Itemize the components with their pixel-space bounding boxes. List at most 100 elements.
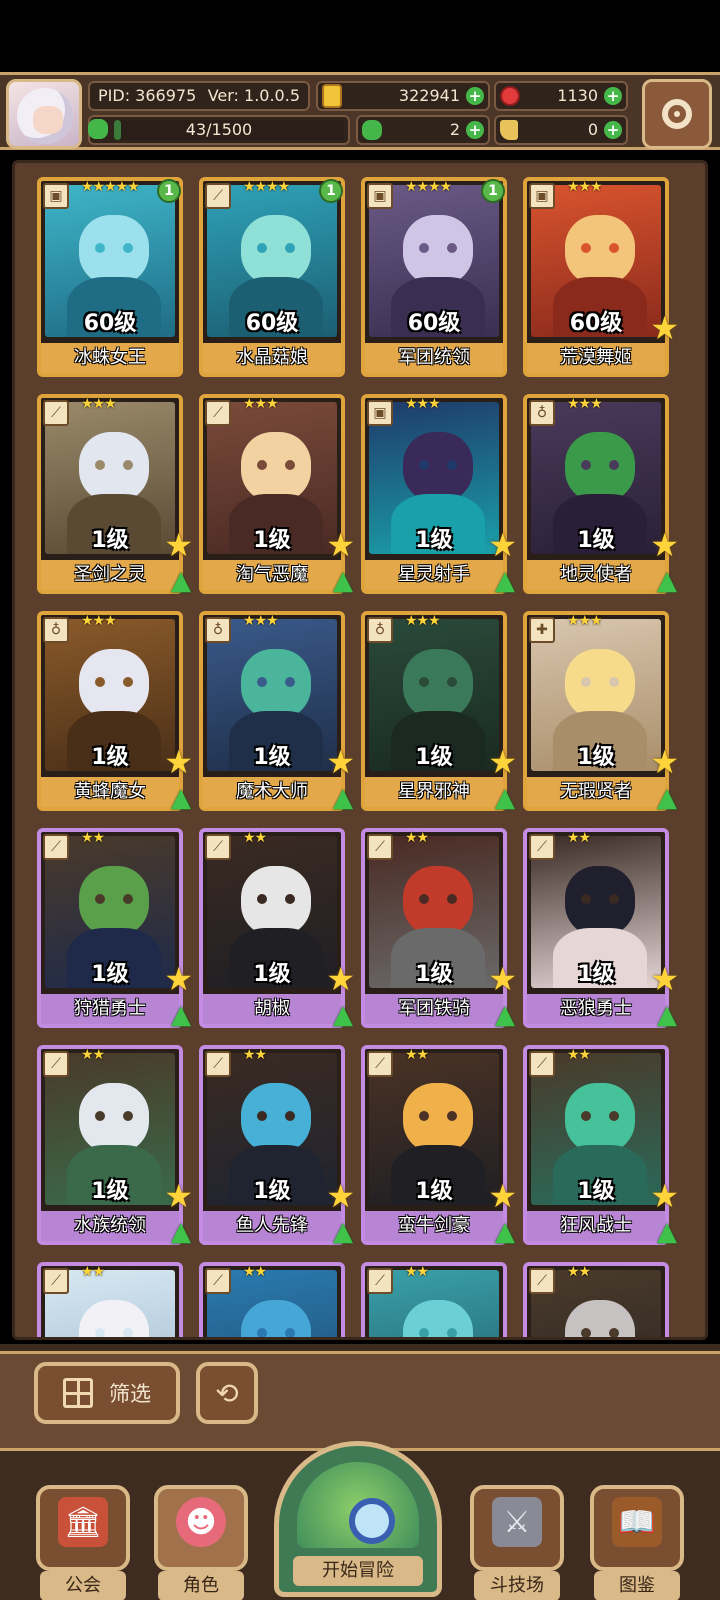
- refresh-button[interactable]: ⟲: [196, 1362, 258, 1424]
- character-card[interactable]: ⟋ ★★★ 1级 圣剑之灵 ★ ▲: [37, 394, 193, 596]
- portrait-eye: [95, 1111, 105, 1121]
- character-card[interactable]: ⟋ ★★ 1级 胡椒 ★ ▲: [199, 828, 355, 1030]
- sword-class-icon: ⟋: [367, 1051, 393, 1077]
- add-gem-button[interactable]: +: [604, 87, 622, 105]
- character-card[interactable]: ⟋ ★★ 1级 水族统领 ★ ▲: [37, 1045, 193, 1247]
- character-card[interactable]: ⟋ ★★: [37, 1262, 183, 1337]
- boot-icon: [500, 120, 518, 140]
- nav-guild[interactable]: 🏛 公会: [36, 1485, 130, 1600]
- portrait-eye: [95, 1328, 105, 1337]
- character-card[interactable]: ▣ ★★★ 1级 星灵射手 ★ ▲: [361, 394, 517, 596]
- portrait-eye: [609, 243, 619, 253]
- character-grid-panel[interactable]: ▣ ★★★★★ 1 60级 冰蛛女王 ⟋ ★★★★ 1 60级 水晶菇娘 ▣ ★★★★ 1 60级 军团统领…: [12, 160, 708, 1340]
- portrait-eye: [419, 243, 429, 253]
- character-name: 冰蛛女王: [41, 343, 179, 373]
- portrait-hair: [241, 432, 311, 502]
- clover-icon: [362, 120, 382, 140]
- character-level: 1级: [253, 528, 291, 553]
- rarity-stars: ★★★★★: [81, 179, 140, 195]
- portrait-eye: [419, 1111, 429, 1121]
- rarity-stars: ★★★: [81, 613, 117, 629]
- sword-class-icon: ⟋: [205, 183, 231, 209]
- rarity-stars: ★★: [243, 1264, 267, 1280]
- add-boot-button[interactable]: +: [604, 121, 622, 139]
- level-up-arrow-icon: ▲: [657, 566, 677, 596]
- nav-roles[interactable]: ☻ 角色: [154, 1485, 248, 1600]
- character-card[interactable]: ⟋ ★★ 1级 军团铁骑 ★ ▲: [361, 828, 517, 1030]
- character-level: 1级: [91, 1179, 129, 1204]
- boot-amount: 0: [587, 120, 598, 139]
- sword-class-icon: ⟋: [43, 400, 69, 426]
- character-name: 蛮牛剑豪: [365, 1211, 503, 1241]
- portrait-hair: [403, 1300, 473, 1337]
- character-card[interactable]: ⟋ ★★★ 1级 淘气恶魔 ★ ▲: [199, 394, 355, 596]
- character-name: 圣剑之灵: [41, 560, 179, 590]
- character-card[interactable]: ♁ ★★★ 1级 星界邪神 ★ ▲: [361, 611, 517, 813]
- add-gold-button[interactable]: +: [466, 87, 484, 105]
- start-adventure-button[interactable]: 开始冒险: [274, 1441, 442, 1597]
- rarity-stars: ★★★: [567, 613, 603, 629]
- character-card[interactable]: ♁ ★★★ 1级 黄蜂魔女 ★ ▲: [37, 611, 193, 813]
- portrait-eye: [581, 894, 591, 904]
- level-up-arrow-icon: ▲: [495, 1000, 515, 1030]
- star-upgrade-icon: ★: [164, 1177, 193, 1215]
- portrait-eye: [285, 1328, 295, 1337]
- bottom-divider: [0, 1344, 720, 1354]
- portrait-eye: [285, 677, 295, 687]
- portrait-eye: [257, 243, 267, 253]
- character-card[interactable]: ▣ ★★★★ 1 60级 军团统领: [361, 177, 507, 377]
- character-card[interactable]: ⟋ ★★: [523, 1262, 669, 1337]
- portrait-hair: [241, 649, 311, 719]
- gold-amount: 322941: [398, 86, 460, 105]
- character-card[interactable]: ⟋ ★★ 1级 鱼人先锋 ★ ▲: [199, 1045, 355, 1247]
- character-card[interactable]: ♁ ★★★ 1级 魔术大师 ★ ▲: [199, 611, 355, 813]
- character-card[interactable]: ⟋ ★★: [361, 1262, 507, 1337]
- character-card[interactable]: ⟋ ★★ 1级 狩猎勇士 ★ ▲: [37, 828, 193, 1030]
- character-card[interactable]: ⟋ ★★ 1级 恶狼勇士 ★ ▲: [523, 828, 679, 1030]
- portrait-hair: [565, 1083, 635, 1153]
- nav-arena[interactable]: ⚔ 斗技场: [470, 1485, 564, 1600]
- character-card[interactable]: ▣ ★★★★★ 1 60级 冰蛛女王: [37, 177, 183, 377]
- add-clover-button[interactable]: +: [466, 121, 484, 139]
- star-upgrade-icon: ★: [326, 960, 355, 998]
- rarity-stars: ★★: [81, 1047, 105, 1063]
- portrait-eye: [447, 1328, 457, 1337]
- portrait-eye: [447, 243, 457, 253]
- nav-guild-label: 公会: [40, 1571, 126, 1600]
- character-name: 胡椒: [203, 994, 341, 1024]
- nav-arena-label: 斗技场: [474, 1571, 560, 1600]
- character-card[interactable]: ⟋ ★★ 1级 狂风战士 ★ ▲: [523, 1045, 679, 1247]
- rarity-stars: ★★★: [243, 613, 279, 629]
- gold-coin-icon: [322, 84, 342, 108]
- character-card[interactable]: ⟋ ★★★★ 1 60级 水晶菇娘: [199, 177, 345, 377]
- filter-button[interactable]: 筛选: [34, 1362, 180, 1424]
- refresh-icon: ⟲: [215, 1376, 239, 1410]
- portrait-eye: [609, 1111, 619, 1121]
- character-card[interactable]: ⟋ ★★ 1级 蛮牛剑豪 ★ ▲: [361, 1045, 517, 1247]
- character-card[interactable]: ⟋ ★★: [199, 1262, 345, 1337]
- settings-button[interactable]: [642, 79, 712, 149]
- portrait-eye: [285, 894, 295, 904]
- portrait-hair: [565, 866, 635, 936]
- portrait-eye: [123, 894, 133, 904]
- portrait-hair: [79, 866, 149, 936]
- nav-codex[interactable]: 📖 图鉴: [590, 1485, 684, 1600]
- character-card[interactable]: ♁ ★★★ 1级 地灵使者 ★ ▲: [523, 394, 679, 596]
- bottom-nav: 🏛 公会 ☻ 角色 开始冒险 ⚔ 斗技场 📖 图鉴: [0, 1441, 720, 1600]
- star-upgrade-icon: ★: [650, 309, 679, 347]
- magnifier-icon: [349, 1498, 395, 1544]
- rarity-stars: ★★: [567, 830, 591, 846]
- star-upgrade-icon: ★: [326, 743, 355, 781]
- boot-pill: 0 +: [494, 115, 628, 145]
- character-card[interactable]: ✚ ★★★ 1级 无瑕贤者 ★ ▲: [523, 611, 679, 813]
- character-name: 鱼人先锋: [203, 1211, 341, 1241]
- portrait-eye: [581, 1328, 591, 1337]
- gear-icon: [662, 99, 692, 129]
- character-level: 1级: [577, 528, 615, 553]
- character-card[interactable]: ▣ ★★★ 60级 荒漠舞姬 ★: [523, 177, 679, 377]
- level-up-arrow-icon: ▲: [495, 783, 515, 813]
- player-avatar[interactable]: [6, 79, 82, 149]
- portrait-hair: [565, 649, 635, 719]
- level-up-arrow-icon: ▲: [171, 783, 191, 813]
- staff-class-icon: ♁: [205, 617, 231, 643]
